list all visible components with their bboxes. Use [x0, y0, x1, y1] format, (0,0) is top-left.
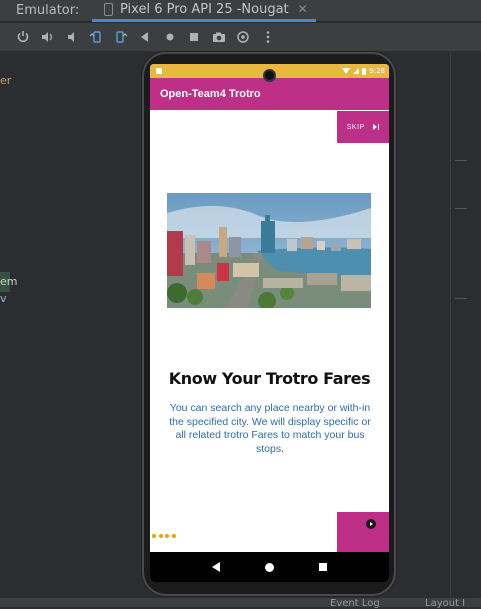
next-button[interactable]: [337, 512, 389, 552]
app-title: Open-Team4 Trotro: [160, 88, 261, 100]
gutter-selected-fragment: em: [0, 272, 17, 292]
rotate-left-icon[interactable]: [88, 29, 105, 46]
home-icon[interactable]: [161, 29, 178, 46]
rotate-right-icon[interactable]: [112, 29, 129, 46]
wifi-icon: [342, 68, 351, 74]
nav-home-icon[interactable]: [264, 562, 274, 572]
volume-up-icon[interactable]: [39, 29, 56, 46]
skip-button[interactable]: SKIP: [337, 111, 389, 143]
snapshot-icon[interactable]: [235, 29, 252, 46]
signal-icon: [353, 68, 360, 74]
overview-icon[interactable]: [186, 29, 203, 46]
editor-gutter: er em v: [0, 52, 17, 607]
panel-divider: [450, 52, 451, 607]
phone-icon: [104, 2, 113, 16]
onboarding-description: You can search any place nearby or with-…: [169, 402, 371, 455]
gutter-fragment: er: [0, 74, 12, 87]
nav-recents-icon[interactable]: [318, 563, 327, 571]
status-time: 9:28: [369, 67, 385, 75]
ruler-mark: [455, 160, 467, 161]
city-hero-image: [167, 193, 371, 308]
page-indicator: [152, 534, 176, 538]
emulator-label: Emulator:: [16, 3, 80, 18]
android-nav-bar: [150, 552, 389, 582]
more-icon[interactable]: [259, 29, 276, 46]
device-tab-label: Pixel 6 Pro API 25 -Nougat: [120, 1, 289, 17]
skip-next-icon: [372, 124, 380, 130]
ide-status-bar: [0, 598, 481, 607]
emulator-tab-bar: Emulator: Pixel 6 Pro API 25 -Nougat ✕: [0, 0, 481, 22]
page-dot: [158, 534, 163, 538]
onboarding-heading: Know Your Trotro Fares: [168, 369, 371, 388]
arrow-right-icon: [366, 519, 376, 529]
gutter-fragment: v: [0, 292, 7, 305]
front-camera: [263, 69, 276, 82]
close-icon[interactable]: ✕: [298, 2, 308, 16]
event-log-link[interactable]: Event Log: [330, 598, 380, 609]
back-icon[interactable]: [137, 29, 154, 46]
device-tab[interactable]: Pixel 6 Pro API 25 -Nougat ✕: [92, 0, 316, 22]
layout-inspector-link[interactable]: Layout I: [425, 598, 465, 609]
emulator-toolbar: [0, 23, 481, 51]
volume-down-icon[interactable]: [63, 29, 80, 46]
app-bar: Open-Team4 Trotro: [150, 78, 389, 110]
ruler-mark: [455, 298, 467, 299]
page-dot: [165, 534, 169, 538]
device-screen: 9:28 Open-Team4 Trotro SKIP Know Your Tr…: [150, 64, 389, 582]
battery-icon: [362, 67, 367, 75]
notification-icon: [156, 68, 162, 74]
skip-label: SKIP: [346, 123, 365, 131]
camera-icon[interactable]: [210, 29, 227, 46]
ruler-mark: [455, 208, 467, 209]
power-icon[interactable]: [14, 29, 31, 46]
page-dot: [152, 534, 156, 538]
nav-back-icon[interactable]: [212, 562, 221, 572]
page-dot: [171, 534, 176, 538]
